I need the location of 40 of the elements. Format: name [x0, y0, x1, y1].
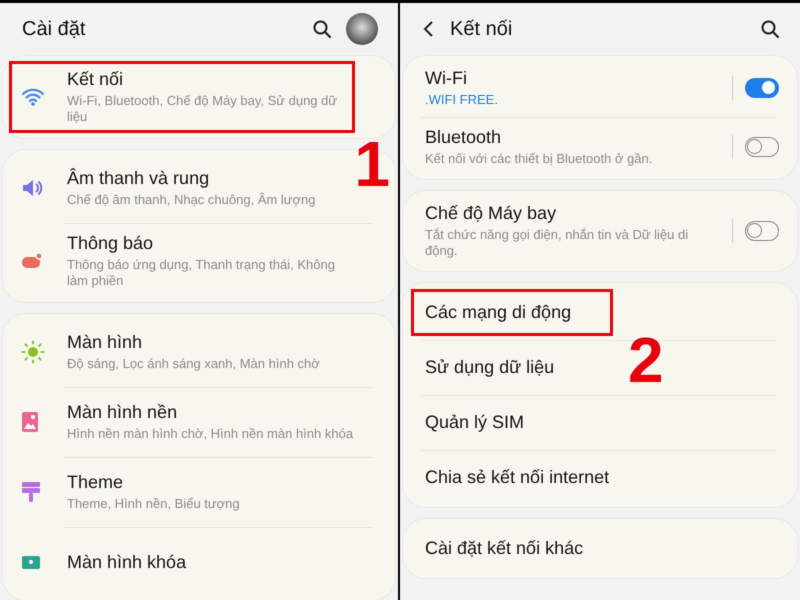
- item-title[interactable]: Wi-Fi: [425, 68, 724, 89]
- item-subtitle: Tắt chức năng gọi điện, nhắn tin và Dữ liệu di động.: [425, 227, 690, 259]
- item-subtitle: Hình nền màn hình chờ, Hình nền màn hình khóa: [67, 426, 354, 442]
- screen-title: Cài đặt: [22, 18, 86, 40]
- picture-icon: [21, 411, 39, 433]
- search-icon[interactable]: [760, 19, 780, 39]
- item-title[interactable]: Bluetooth: [425, 127, 724, 148]
- item-subtitle: Wi-Fi, Bluetooth, Chế độ Máy bay, Sử dụng dữ liệu: [67, 93, 338, 125]
- item-title[interactable]: Âm thanh và rung: [67, 168, 355, 189]
- item-title[interactable]: Kết nối: [67, 69, 355, 90]
- wifi-icon: [21, 87, 45, 107]
- item-subtitle: Kết nối với các thiết bị Bluetooth ở gần.: [425, 151, 654, 167]
- step-number: 1: [354, 137, 390, 191]
- toggle-switch[interactable]: [745, 221, 779, 241]
- item-title[interactable]: Theme: [67, 472, 355, 493]
- item-subtitle: Độ sáng, Lọc ánh sáng xanh, Màn hình chờ: [67, 356, 321, 372]
- item-title[interactable]: Màn hình: [67, 332, 355, 353]
- toggle-switch[interactable]: [745, 78, 779, 98]
- item-title[interactable]: Chế độ Máy bay: [425, 203, 724, 224]
- item-status: .WIFI FREE.: [425, 92, 499, 107]
- toggle-switch[interactable]: [745, 137, 779, 157]
- paint-roller-icon: [21, 481, 41, 503]
- item-subtitle: Theme, Hình nền, Biểu tượng: [67, 496, 241, 512]
- item-title[interactable]: Màn hình khóa: [67, 552, 355, 572]
- item-title[interactable]: Các mạng di động: [425, 302, 779, 323]
- avatar[interactable]: [346, 13, 378, 45]
- speaker-icon: [21, 178, 43, 198]
- step-number: 2: [628, 333, 664, 387]
- item-title[interactable]: Thông báo: [67, 233, 355, 254]
- search-icon[interactable]: [312, 19, 332, 39]
- sun-icon: [21, 340, 45, 364]
- lock-icon: [21, 555, 41, 569]
- notification-icon: [21, 252, 43, 270]
- screen-title: Kết nối: [450, 18, 514, 40]
- item-title[interactable]: Chia sẻ kết nối internet: [425, 467, 779, 488]
- item-title[interactable]: Màn hình nền: [67, 402, 355, 423]
- item-title[interactable]: Quản lý SIM: [425, 412, 779, 433]
- item-subtitle: Chế độ âm thanh, Nhạc chuông, Âm lượng: [67, 192, 316, 208]
- item-title[interactable]: Cài đặt kết nối khác: [425, 538, 779, 559]
- item-subtitle: Thông báo ứng dụng, Thanh trạng thái, Không làm phiền: [67, 257, 336, 289]
